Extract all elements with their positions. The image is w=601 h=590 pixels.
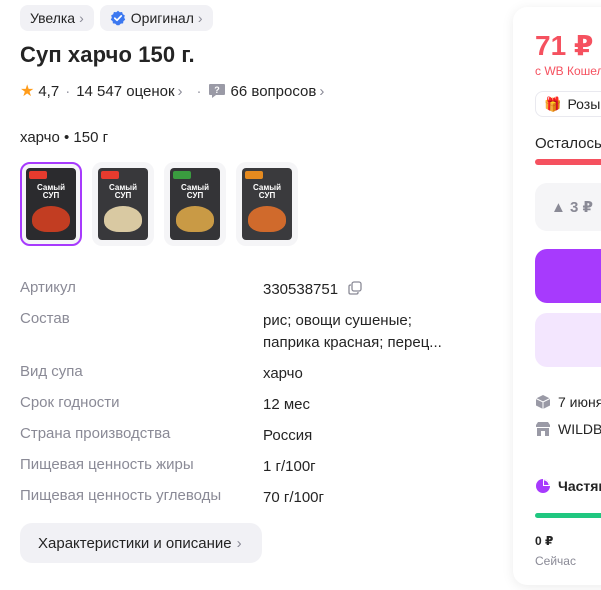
brand-chip-label: Увелка	[30, 10, 76, 26]
characteristics-description-button[interactable]: Характеристики и описание ›	[20, 523, 262, 563]
question-bubble-icon: ?	[208, 84, 225, 98]
spec-row-carbs: Пищевая ценность углеводы 70 г/100г	[20, 487, 490, 509]
installment-when: Сейчас	[535, 554, 576, 568]
questions-count: 66 вопросов	[230, 82, 317, 100]
chevron-right-icon: ›	[177, 82, 183, 100]
stock-progress-bar	[535, 159, 601, 165]
variant-thumbnail-4[interactable]: Самый СУП	[236, 162, 298, 246]
spec-table: Артикул 330538751 Состав рис; овощи суше…	[20, 279, 490, 509]
reviews-link[interactable]: 14 547 оценок ›	[76, 83, 182, 100]
box-icon	[535, 395, 551, 409]
installment-amount: 0 ₽	[535, 534, 554, 548]
verified-badge-icon	[110, 10, 125, 26]
spec-row-shelf-life: Срок годности 12 мес	[20, 394, 490, 416]
promo-label: Розыгрыш	[567, 96, 601, 112]
buy-now-button[interactable]	[535, 313, 601, 367]
spec-row-fat: Пищевая ценность жиры 1 г/100г	[20, 456, 490, 478]
spec-value: 1 г/100г	[263, 458, 316, 475]
installments-label: Частями	[558, 478, 601, 494]
installment-progress-bar	[535, 513, 601, 518]
separator-dot: ·	[196, 82, 202, 100]
characteristics-description-label: Характеристики и описание	[38, 534, 232, 552]
spec-value: рис; овощи сушеные; паприка красная; пер…	[263, 312, 442, 351]
price-delta-badge: ▲ 3 ₽	[535, 183, 601, 231]
spec-row-country: Страна производства Россия	[20, 425, 490, 447]
spec-value: 330538751	[263, 279, 362, 301]
chevron-right-icon: ›	[79, 10, 84, 26]
purchase-panel: 71 ₽ с WB Кошельком 🎁 Розыгрыш Осталось …	[513, 7, 601, 585]
spec-key: Артикул	[20, 279, 76, 296]
pickup-row: WILDBERRIES	[535, 421, 601, 437]
original-chip-label: Оригинал	[130, 10, 194, 26]
product-pack-image: Самый СУП	[170, 168, 220, 240]
promo-badge[interactable]: 🎁 Розыгрыш	[535, 91, 601, 117]
spec-value: харчо	[263, 365, 303, 382]
variant-thumbnail-3[interactable]: Самый СУП	[164, 162, 226, 246]
stock-left-label: Осталось	[535, 135, 601, 152]
product-pack-image: Самый СУП	[242, 168, 292, 240]
chevron-right-icon: ›	[197, 10, 203, 26]
product-title: Суп харчо 150 г.	[20, 42, 195, 67]
chevron-right-icon: ›	[236, 534, 242, 552]
rating-row: ★ 4,7 · 14 547 оценок › · ? 66 вопросов ›	[20, 81, 324, 101]
questions-link[interactable]: ? 66 вопросов ›	[208, 82, 325, 100]
spec-row-soup-type: Вид супа харчо	[20, 363, 490, 385]
spec-key: Пищевая ценность жиры	[20, 456, 194, 473]
variant-thumbnails: Самый СУП Самый СУП Самый СУП Самый СУП	[20, 162, 298, 246]
spec-row-article: Артикул 330538751	[20, 279, 490, 301]
installments-row[interactable]: Частями	[535, 478, 601, 494]
wallet-price-label: с WB Кошельком	[535, 64, 601, 78]
pie-chart-icon	[536, 479, 550, 493]
variant-thumbnail-kharcho[interactable]: Самый СУП	[20, 162, 82, 246]
spec-key: Срок годности	[20, 394, 120, 411]
price: 71 ₽	[535, 30, 594, 61]
pickup-label: WILDBERRIES	[558, 421, 601, 437]
variant-thumbnail-2[interactable]: Самый СУП	[92, 162, 154, 246]
chip-row: Увелка › Оригинал ›	[20, 5, 213, 31]
reviews-count: 14 547 оценок	[76, 82, 175, 100]
spec-value: 12 мес	[263, 396, 311, 413]
article-number: 330538751	[263, 281, 339, 298]
rating-value: 4,7	[38, 82, 60, 100]
spec-row-composition: Состав рис; овощи сушеные; паприка красн…	[20, 310, 490, 354]
spec-key: Страна производства	[20, 425, 171, 442]
product-pack-image: Самый СУП	[26, 168, 76, 240]
copy-icon[interactable]	[348, 281, 362, 295]
brand-chip[interactable]: Увелка ›	[20, 5, 94, 31]
spec-value: Россия	[263, 427, 313, 444]
delivery-row: 7 июня	[535, 394, 601, 410]
spec-key: Состав	[20, 310, 70, 327]
product-pack-image: Самый СУП	[98, 168, 148, 240]
original-chip[interactable]: Оригинал ›	[99, 5, 213, 31]
star-icon: ★	[20, 83, 35, 100]
spec-key: Вид супа	[20, 363, 83, 380]
delivery-date: 7 июня	[558, 394, 601, 410]
spec-key: Пищевая ценность углеводы	[20, 487, 222, 504]
separator-dot: ·	[65, 82, 71, 100]
add-to-cart-button[interactable]	[535, 249, 601, 303]
chevron-right-icon: ›	[319, 82, 325, 100]
svg-text:?: ?	[214, 85, 220, 95]
store-icon	[536, 422, 550, 436]
spec-value: 70 г/100г	[263, 489, 324, 506]
variant-label: харчо • 150 г	[20, 129, 109, 146]
gift-icon: 🎁	[544, 95, 562, 112]
